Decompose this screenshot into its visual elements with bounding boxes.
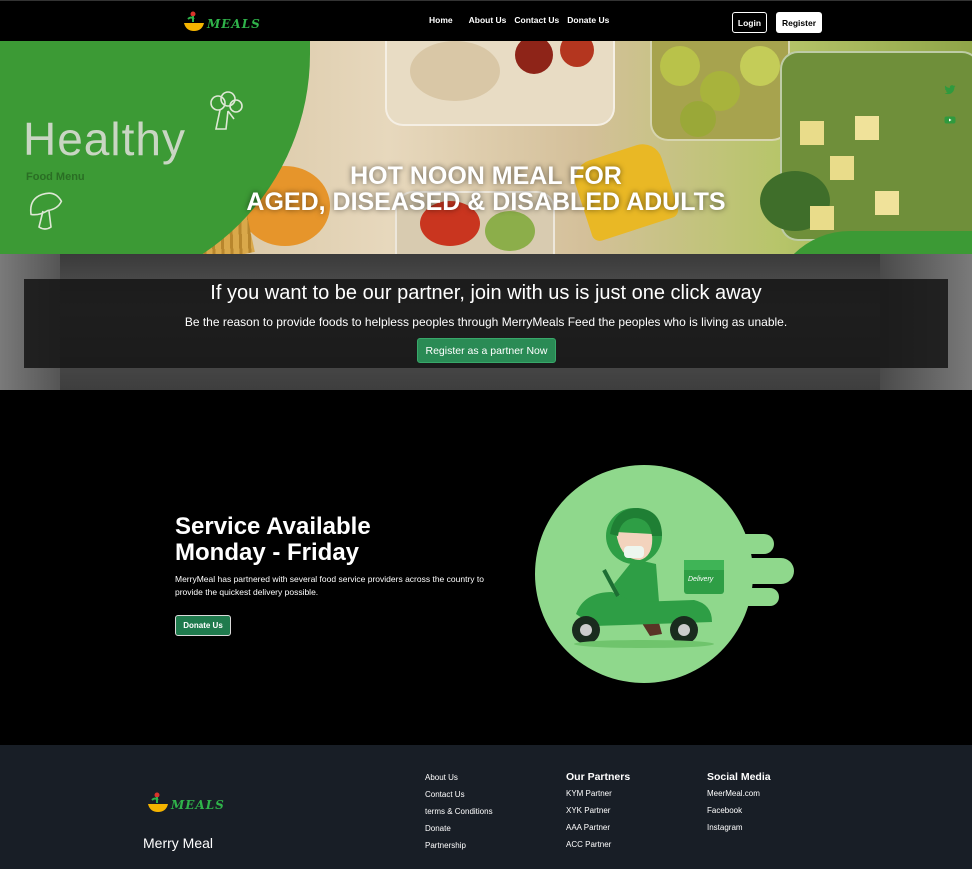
- footer-brand: Merry Meal: [143, 835, 214, 851]
- service-section: Service Available Monday - Friday MerryM…: [0, 390, 972, 745]
- mushroom-icon: [29, 192, 63, 230]
- cheese-food: [875, 191, 899, 215]
- hero-title-line2: AGED, DISEASED & DISABLED ADULTS: [246, 188, 726, 216]
- youtube-icon[interactable]: [944, 114, 956, 126]
- delivery-scooter-illustration: Delivery: [535, 465, 794, 683]
- partners-heading: Our Partners: [566, 771, 631, 783]
- footer-link-partnership[interactable]: Partnership: [425, 840, 493, 857]
- footer-links: About Us Contact Us terms & Conditions D…: [425, 772, 493, 857]
- cheese-food: [855, 116, 879, 140]
- grape-food: [680, 101, 716, 137]
- nav-contact-us[interactable]: Contact Us: [514, 15, 559, 25]
- cheese-food: [800, 121, 824, 145]
- nav-home[interactable]: Home: [429, 15, 453, 25]
- register-button[interactable]: Register: [776, 12, 822, 33]
- footer-social: Social Media MeerMeal.com Facebook Insta…: [707, 771, 771, 839]
- meal-bowl-icon: [148, 792, 168, 812]
- footer-link-donate[interactable]: Donate: [425, 823, 493, 840]
- footer-partner-aaa[interactable]: AAA Partner: [566, 822, 630, 839]
- broccoli-icon: [210, 91, 243, 130]
- service-description: MerryMeal has partnered with several foo…: [175, 574, 484, 597]
- footer-logo[interactable]: MEALS: [147, 791, 225, 813]
- grape-food: [660, 46, 700, 86]
- footer-social-facebook[interactable]: Facebook: [707, 805, 771, 822]
- partner-title: If you want to be our partner, join with…: [210, 282, 762, 304]
- nav-about-us[interactable]: About Us: [469, 15, 507, 25]
- logo-text: MEALS: [207, 17, 261, 31]
- meal-bowl-icon: [184, 11, 204, 31]
- hero-social-icons: [944, 84, 956, 144]
- footer-link-about-us[interactable]: About Us: [425, 772, 493, 789]
- food-menu-label: Food Menu: [26, 171, 85, 183]
- logo-text: MEALS: [171, 798, 225, 812]
- hero-title-line1: HOT NOON MEAL FOR: [350, 162, 622, 190]
- register-partner-button[interactable]: Register as a partner Now: [417, 338, 556, 363]
- cheese-food: [830, 156, 854, 180]
- partner-section: If you want to be our partner, join with…: [0, 254, 972, 390]
- nav-donate-us[interactable]: Donate Us: [567, 15, 609, 25]
- service-title-line1: Service Available: [175, 513, 371, 540]
- site-logo[interactable]: MEALS: [183, 10, 261, 32]
- hero-banner: Healthy Food Menu HOT NOON MEAL FOR AGED…: [0, 41, 972, 254]
- hero-title: HOT NOON MEAL FOR AGED, DISEASED & DISAB…: [200, 163, 772, 215]
- service-title: Service Available Monday - Friday: [175, 514, 371, 566]
- twitter-icon[interactable]: [944, 84, 956, 96]
- footer-partner-xyk[interactable]: XYK Partner: [566, 805, 630, 822]
- chicken-food: [410, 41, 500, 101]
- cheese-food: [810, 206, 834, 230]
- login-button[interactable]: Login: [732, 12, 767, 33]
- delivery-box-label: Delivery: [688, 576, 714, 583]
- footer: MEALS Merry Meal About Us Contact Us ter…: [0, 745, 972, 869]
- footer-partner-kym[interactable]: KYM Partner: [566, 788, 630, 805]
- footer-link-contact-us[interactable]: Contact Us: [425, 789, 493, 806]
- donate-us-button[interactable]: Donate Us: [175, 615, 231, 636]
- nav-links: Home About Us Contact Us Donate Us: [429, 15, 609, 25]
- footer-link-terms[interactable]: terms & Conditions: [425, 806, 493, 823]
- footer-social-instagram[interactable]: Instagram: [707, 822, 771, 839]
- social-heading: Social Media: [707, 771, 771, 783]
- vegetable-food: [485, 211, 535, 251]
- footer-partners: Our Partners KYM Partner XYK Partner AAA…: [566, 771, 630, 856]
- healthy-heading: Healthy: [23, 113, 186, 165]
- partner-subtitle: Be the reason to provide foods to helple…: [184, 315, 788, 329]
- grape-food: [740, 46, 780, 86]
- footer-social-merrymeal[interactable]: MeerMeal.com: [707, 788, 771, 805]
- footer-partner-acc[interactable]: ACC Partner: [566, 839, 630, 856]
- navbar: MEALS Home About Us Contact Us Donate Us…: [0, 0, 972, 41]
- service-title-line2: Monday - Friday: [175, 539, 360, 566]
